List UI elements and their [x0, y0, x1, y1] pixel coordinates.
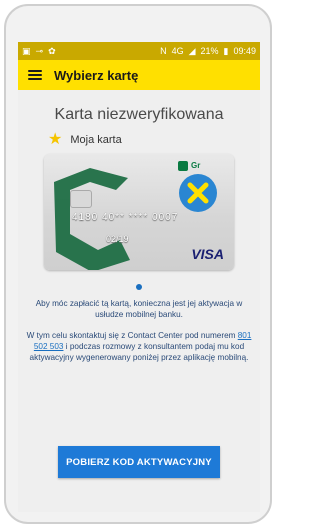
- card-name-row[interactable]: ★ Moja karta: [18, 132, 260, 148]
- contact-center-info: W tym celu skontaktuj się z Contact Cent…: [18, 330, 260, 363]
- page-indicator-dot: [136, 284, 142, 290]
- app-bar: Wybierz kartę: [18, 60, 260, 90]
- status-bar: ▣ ⊸ ✿ N 4G ◢ 21% ▮ 09:49: [18, 42, 260, 60]
- activation-info-text: Aby móc zapłacić tą kartą, konieczna jes…: [35, 299, 243, 319]
- card-status-heading: Karta niezweryfikowana: [54, 106, 224, 123]
- bank-logo-text: Gr: [191, 161, 201, 170]
- app-icon: ▣: [22, 45, 31, 56]
- status-icons-left: ▣ ⊸ ✿: [22, 46, 56, 57]
- card-expiry: 02/19: [106, 234, 129, 244]
- visa-logo: VISA: [191, 246, 224, 262]
- app-screen: ▣ ⊸ ✿ N 4G ◢ 21% ▮ 09:49 Wybierz kartę K…: [18, 42, 260, 512]
- x-mark-icon: [187, 182, 209, 204]
- status-icons-right: N 4G ◢ 21% ▮ 09:49: [160, 46, 256, 57]
- hamburger-menu-icon[interactable]: [28, 70, 42, 80]
- payment-card[interactable]: Gr ))) 4180 40** **** 0007 02/19 VISA: [44, 154, 234, 270]
- clock: 09:49: [233, 46, 256, 56]
- page-title: Wybierz kartę: [54, 67, 139, 83]
- battery-icon: ▮: [223, 45, 229, 56]
- card-chip-icon: [70, 190, 92, 208]
- star-icon[interactable]: ★: [48, 132, 62, 148]
- signal-icon: ◢: [188, 45, 196, 56]
- nfc-icon: N: [160, 46, 167, 56]
- network-label: 4G: [171, 46, 184, 56]
- card-number: 4180 40** **** 0007: [72, 212, 179, 223]
- phone-frame: ▣ ⊸ ✿ N 4G ◢ 21% ▮ 09:49 Wybierz kartę K…: [4, 4, 272, 524]
- settings-icon: ✿: [48, 45, 56, 56]
- bank-logo-mark: [178, 161, 188, 171]
- contact-info-prefix: W tym celu skontaktuj się z Contact Cent…: [26, 331, 238, 340]
- key-icon: ⊸: [35, 45, 44, 56]
- battery-percent: 21%: [200, 46, 219, 56]
- card-name: Moja karta: [70, 134, 122, 146]
- main-content: Karta niezweryfikowana ★ Moja karta Gr )…: [18, 90, 260, 363]
- get-activation-code-button[interactable]: POBIERZ KOD AKTYWACYJNY: [58, 446, 220, 478]
- contact-info-suffix: i podczas rozmowy z konsultantem podaj m…: [29, 342, 249, 362]
- unverified-x-icon: [179, 174, 217, 212]
